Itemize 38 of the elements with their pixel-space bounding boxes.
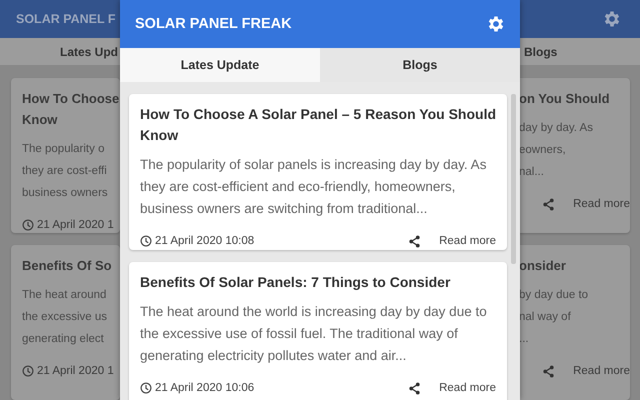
tab[interactable]: Lates Update	[120, 48, 320, 82]
post-title[interactable]: How To Choose	[22, 88, 120, 109]
read-more-link[interactable]: Read more	[573, 365, 630, 377]
post-excerpt: The heat around	[22, 288, 106, 303]
read-more-link[interactable]: Read more	[439, 235, 496, 247]
read-more-link[interactable]: Read more	[439, 382, 496, 394]
post-date: 21 April 2020 1	[37, 365, 114, 377]
post-excerpt: generating elect	[22, 332, 104, 347]
post-excerpt: nal way of	[520, 310, 571, 325]
app-title: SOLAR PANEL FREAK	[134, 16, 292, 32]
post-date: 21 April 2020 10:08	[155, 235, 254, 247]
post-excerpt: business owners	[22, 186, 108, 201]
post-excerpt: The popularity of solar panels is increasing day by day. As they are cost-efficient and eco-friendly, homeowners, business owners are switching from traditional...	[140, 156, 488, 218]
app-title: SOLAR PANEL F	[15, 12, 116, 26]
post-title[interactable]: Benefits Of Solar Panels: 7 Things to Consider	[140, 272, 496, 293]
read-more-link[interactable]: Read more	[573, 198, 630, 210]
clock-icon	[140, 235, 152, 247]
post-excerpt: the excessive us	[22, 310, 108, 325]
clock-icon	[22, 365, 34, 377]
post-excerpt: The popularity o	[22, 142, 104, 157]
post-excerpt: nal...	[520, 165, 544, 180]
tab[interactable]: Blogs	[520, 44, 558, 59]
scrollbar[interactable]	[511, 94, 516, 264]
post-title[interactable]: How To Choose A Solar Panel – 5 Reason You Should Know	[140, 104, 496, 146]
post-excerpt: ...	[520, 332, 529, 347]
post-excerpt: The heat around the world is increasing day by day due to the excessive use of fossil fuel. The traditional way of generating electricity pollutes water and air...	[140, 303, 488, 365]
post-date: 21 April 2020 10:06	[155, 382, 254, 394]
clock-icon	[22, 219, 34, 231]
share-icon[interactable]	[408, 234, 422, 248]
settings-icon[interactable]	[486, 14, 506, 34]
post-excerpt: they are cost-effi	[22, 164, 107, 179]
post-date: 21 April 2020 1	[37, 219, 114, 231]
settings-icon[interactable]	[602, 9, 622, 30]
share-icon[interactable]	[408, 382, 422, 394]
post-excerpt: by day due to	[520, 288, 588, 303]
post-title[interactable]: Know	[22, 109, 58, 130]
post-title[interactable]: Benefits Of So	[22, 255, 112, 276]
clock-icon	[140, 382, 152, 394]
